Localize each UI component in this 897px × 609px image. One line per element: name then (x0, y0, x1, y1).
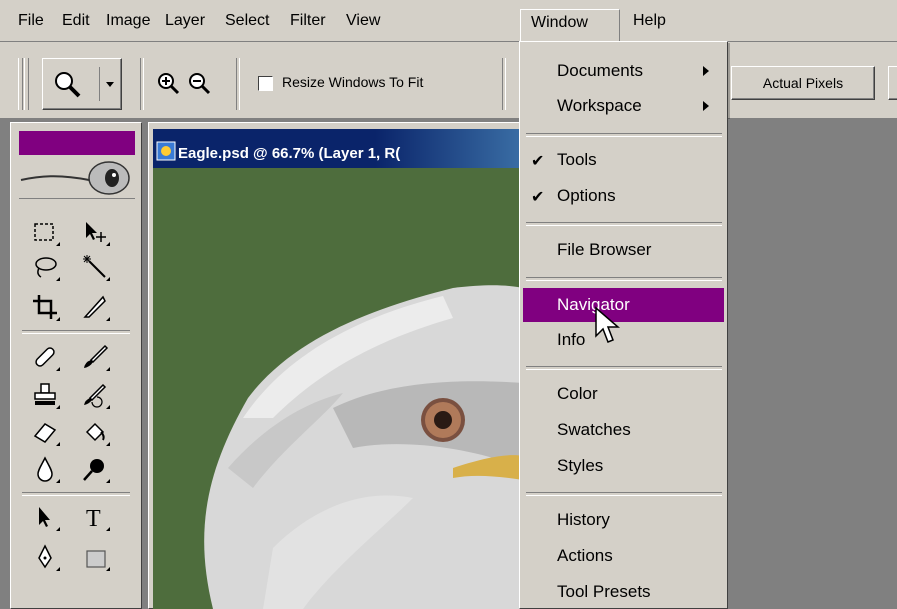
menu-item-info[interactable]: Info (557, 330, 585, 350)
type-icon[interactable]: T (78, 500, 112, 534)
tool-preset-picker[interactable] (42, 58, 122, 110)
menu-image[interactable]: Image (106, 12, 150, 30)
menu-edit[interactable]: Edit (62, 12, 90, 30)
paint-bucket-icon[interactable] (78, 415, 112, 449)
menu-separator (526, 133, 722, 137)
slice-icon[interactable] (78, 290, 112, 324)
lasso-icon[interactable] (28, 250, 62, 284)
checkmark-icon: ✔ (531, 153, 545, 170)
menu-item-history[interactable]: History (557, 510, 610, 530)
mouse-pointer-icon (594, 306, 621, 350)
menu-view[interactable]: View (346, 12, 380, 30)
menu-item-workspace[interactable]: Workspace (557, 96, 642, 116)
menu-separator (526, 366, 722, 370)
pen-icon[interactable] (28, 540, 62, 574)
options-separator (140, 58, 144, 110)
zoom-out-icon[interactable] (186, 70, 212, 100)
options-bar-grip-2 (24, 58, 29, 110)
crop-icon[interactable] (28, 290, 62, 324)
options-separator-3 (502, 58, 506, 110)
svg-text:T: T (86, 506, 101, 531)
move-icon[interactable] (78, 215, 112, 249)
menu-item-swatches[interactable]: Swatches (557, 420, 631, 440)
menu-item-color[interactable]: Color (557, 384, 598, 404)
menu-item-styles[interactable]: Styles (557, 456, 603, 476)
options-separator-2 (236, 58, 240, 110)
fit-on-screen-button[interactable] (888, 66, 897, 100)
resize-windows-checkbox[interactable] (258, 76, 273, 91)
path-selection-icon[interactable] (28, 500, 62, 534)
document-title: Eagle.psd @ 66.7% (Layer 1, R( (178, 145, 401, 162)
menu-bar: File Edit Image Layer Select Filter View (0, 0, 897, 42)
menu-item-documents[interactable]: Documents (557, 61, 643, 81)
menu-separator (526, 492, 722, 496)
menu-item-file-browser[interactable]: File Browser (557, 240, 651, 260)
toolbox-divider (22, 330, 130, 334)
menu-layer[interactable]: Layer (165, 12, 205, 30)
brush-icon[interactable] (78, 340, 112, 374)
history-brush-icon[interactable] (78, 378, 112, 412)
menu-item-tool-presets[interactable]: Tool Presets (557, 582, 651, 602)
eraser-icon[interactable] (28, 415, 62, 449)
checkmark-icon: ✔ (531, 189, 545, 206)
photoshop-document-icon (156, 141, 176, 165)
toolbox-divider-2 (22, 492, 130, 496)
toolbox-title-bar[interactable] (19, 131, 135, 155)
chevron-down-icon[interactable] (99, 67, 120, 101)
adobe-online-logo[interactable] (19, 158, 135, 199)
menu-separator (526, 222, 722, 226)
healing-brush-icon[interactable] (28, 340, 62, 374)
blur-icon[interactable] (28, 452, 62, 486)
menu-select[interactable]: Select (225, 12, 269, 30)
clone-stamp-icon[interactable] (28, 378, 62, 412)
zoom-tool-icon (51, 68, 85, 106)
magic-wand-icon[interactable] (78, 250, 112, 284)
menu-separator (526, 277, 722, 281)
menu-item-actions[interactable]: Actions (557, 546, 613, 566)
menu-filter[interactable]: Filter (290, 12, 326, 30)
window-menu-dropdown (519, 41, 728, 609)
dodge-icon[interactable] (78, 452, 112, 486)
image-canvas[interactable] (153, 168, 523, 609)
zoom-in-icon[interactable] (155, 70, 181, 100)
submenu-arrow-icon (703, 101, 709, 111)
workspace-background (728, 119, 897, 609)
options-bar-grip[interactable] (18, 58, 23, 110)
actual-pixels-button[interactable]: Actual Pixels (731, 66, 875, 100)
menu-file[interactable]: File (18, 12, 44, 30)
menu-help[interactable]: Help (633, 12, 666, 30)
menu-item-tools[interactable]: Tools (557, 150, 597, 170)
menu-window[interactable]: Window (531, 14, 588, 32)
shape-icon[interactable] (78, 540, 112, 574)
marquee-icon[interactable] (28, 215, 62, 249)
menu-item-options[interactable]: Options (557, 186, 616, 206)
submenu-arrow-icon (703, 66, 709, 76)
resize-windows-label: Resize Windows To Fit (282, 74, 424, 90)
eagle-image (153, 168, 523, 609)
